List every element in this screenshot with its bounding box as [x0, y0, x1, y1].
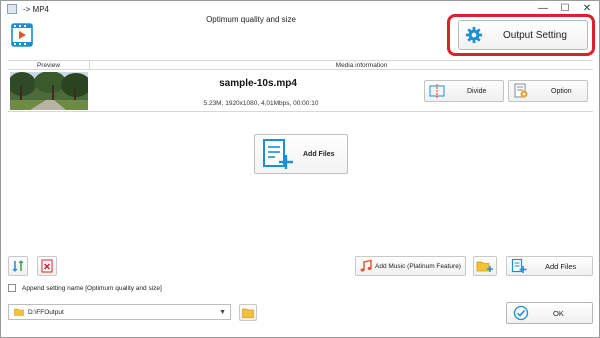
chevron-down-icon: ▼: [219, 309, 226, 316]
profile-title: Optimum quality and size: [206, 15, 296, 24]
add-files-small-icon: [511, 258, 527, 273]
gear-icon: [465, 26, 483, 44]
add-music-button[interactable]: Add Music (Platinum Feature): [355, 256, 466, 276]
add-folder-button[interactable]: [473, 256, 497, 276]
window-title: -> MP4: [23, 4, 50, 14]
sort-button[interactable]: [8, 256, 28, 276]
file-name: sample-10s.mp4: [219, 78, 297, 89]
add-files-icon: [263, 139, 293, 169]
app-icon: [7, 4, 17, 14]
video-thumbnail: [10, 72, 88, 110]
close-button[interactable]: ✕: [581, 2, 593, 14]
column-header-preview: Preview: [8, 61, 90, 69]
bottom-bar: Add Music (Platinum Feature) Add Files A…: [1, 251, 599, 337]
file-row[interactable]: sample-10s.mp4 5.23M, 1920x1080, 4.01Mbp…: [8, 70, 593, 112]
divide-button[interactable]: Divide: [424, 80, 504, 102]
append-setting-row[interactable]: Append setting name [Optimum quality and…: [8, 284, 162, 292]
divide-icon: [429, 84, 445, 98]
folder-icon: [14, 308, 24, 316]
ok-button[interactable]: OK: [506, 302, 593, 324]
remove-icon: [41, 259, 53, 273]
add-files-label: Add Files: [545, 261, 577, 271]
window-controls: — ☐ ✕: [537, 2, 593, 14]
video-format-icon: [11, 23, 33, 47]
option-label: Option: [551, 87, 572, 95]
output-setting-button[interactable]: Output Setting: [458, 20, 588, 50]
add-folder-icon: [476, 261, 493, 272]
file-list-header: Preview Media information: [8, 60, 593, 70]
add-files-center-label: Add Files: [303, 150, 335, 158]
maximize-button[interactable]: ☐: [559, 2, 571, 14]
add-files-center-button[interactable]: Add Files: [254, 134, 348, 174]
append-setting-checkbox[interactable]: [8, 284, 16, 292]
file-media-info: 5.23M, 1920x1080, 4.01Mbps, 00:00:10: [203, 100, 319, 107]
converter-window: -> MP4 — ☐ ✕ Optimum quality and size Ou…: [0, 0, 600, 338]
remove-button[interactable]: [37, 256, 57, 276]
column-header-media-information: Media information: [335, 62, 388, 69]
check-circle-icon: [513, 305, 529, 321]
divide-label: Divide: [467, 87, 487, 95]
minimize-button[interactable]: —: [537, 2, 549, 14]
browse-folder-button[interactable]: [239, 304, 257, 321]
open-folder-icon: [242, 308, 254, 318]
option-settings-icon: [514, 83, 528, 98]
music-note-icon: [360, 259, 372, 272]
add-music-label: Add Music (Platinum Feature): [375, 262, 461, 270]
add-files-button[interactable]: Add Files: [506, 256, 593, 276]
sort-icon: [12, 260, 24, 272]
option-button[interactable]: Option: [508, 80, 588, 102]
output-setting-label: Output Setting: [503, 29, 567, 41]
output-path-dropdown[interactable]: D:\FFOutput ▼: [8, 304, 231, 320]
ok-label: OK: [553, 308, 564, 318]
output-path-value: D:\FFOutput: [28, 308, 64, 316]
append-setting-label: Append setting name [Optimum quality and…: [22, 284, 162, 292]
